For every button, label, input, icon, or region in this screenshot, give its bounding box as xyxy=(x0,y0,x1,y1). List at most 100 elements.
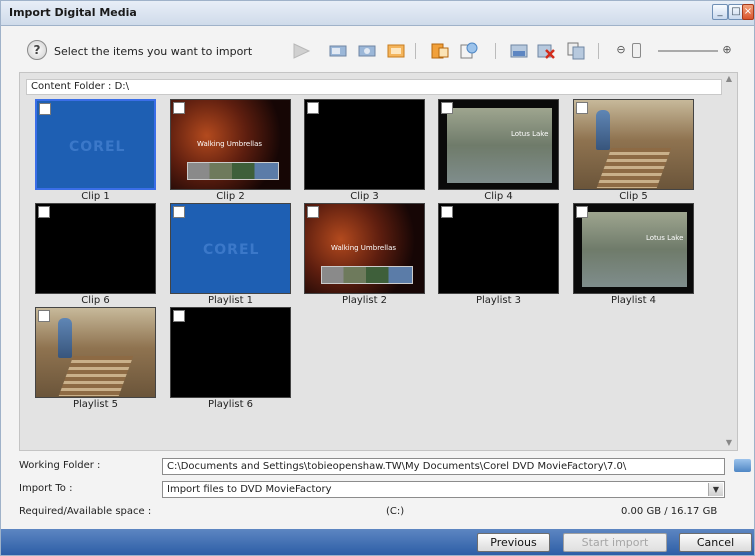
media-thumbnail[interactable]: Lotus Lake xyxy=(438,99,559,190)
media-tile[interactable]: Playlist 3 xyxy=(438,203,559,306)
media-tile[interactable]: Lotus Lake Clip 4 xyxy=(438,99,559,202)
person-figure xyxy=(596,110,610,150)
maximize-icon: □ xyxy=(731,6,741,17)
content-folder-bar: Content Folder : D:\ xyxy=(26,79,722,95)
tile-label: Playlist 6 xyxy=(207,399,254,410)
select-checkbox[interactable] xyxy=(173,102,185,114)
close-icon: × xyxy=(743,6,753,17)
media-thumbnail[interactable]: COREL xyxy=(170,203,291,294)
tile-label: Clip 2 xyxy=(216,191,245,202)
import-to-dropdown[interactable]: Import files to DVD MovieFactory ▼ xyxy=(162,481,725,498)
recent-icon[interactable] xyxy=(460,42,478,60)
select-checkbox[interactable] xyxy=(173,310,185,322)
menu-title-text: Walking Umbrellas xyxy=(197,140,263,148)
working-folder-field[interactable]: C:\Documents and Settings\tobieopenshaw.… xyxy=(162,458,725,475)
import-to-value: Import files to DVD MovieFactory xyxy=(167,484,332,495)
window-title: Import Digital Media xyxy=(9,6,137,19)
tile-label: Clip 1 xyxy=(81,191,110,202)
previous-button[interactable]: Previous xyxy=(477,533,550,552)
working-folder-label: Working Folder : xyxy=(19,460,101,471)
toolbar-separator xyxy=(415,43,416,59)
media-tile[interactable]: Playlist 5 xyxy=(35,307,156,410)
corel-watermark: COREL xyxy=(69,139,126,155)
media-tile[interactable]: COREL Clip 1 xyxy=(35,99,156,202)
stairs xyxy=(596,148,672,188)
zoom-slider-thumb[interactable] xyxy=(632,43,641,58)
zoom-out-icon[interactable]: ⊖ xyxy=(615,44,627,56)
space-drive: (C:) xyxy=(386,506,405,517)
export-icon[interactable] xyxy=(431,42,449,60)
menu-title-text: Walking Umbrellas xyxy=(331,244,397,252)
tile-label: Clip 6 xyxy=(81,295,110,306)
media-tile[interactable]: Clip 3 xyxy=(304,99,425,202)
tile-label: Clip 5 xyxy=(619,191,648,202)
space-label: Required/Available space : xyxy=(19,506,152,517)
tile-label: Playlist 5 xyxy=(72,399,119,410)
import-to-label: Import To : xyxy=(19,483,73,494)
select-all-icon[interactable] xyxy=(510,42,528,60)
select-checkbox[interactable] xyxy=(307,206,319,218)
tile-label: Clip 3 xyxy=(350,191,379,202)
merge-icon[interactable] xyxy=(567,42,585,60)
media-thumbnail[interactable] xyxy=(35,203,156,294)
title-bar[interactable]: Import Digital Media _ □ × xyxy=(1,1,754,26)
select-checkbox[interactable] xyxy=(441,206,453,218)
select-checkbox[interactable] xyxy=(39,103,51,115)
toolbar-separator xyxy=(598,43,599,59)
vertical-scrollbar[interactable]: ▲ ▼ xyxy=(722,74,736,449)
media-browser-panel: Content Folder : D:\ ▲ ▼ COREL Clip 1 Walk… xyxy=(19,72,738,451)
scroll-down-icon[interactable]: ▼ xyxy=(724,438,734,448)
scroll-up-icon[interactable]: ▲ xyxy=(724,74,734,84)
tile-label: Playlist 2 xyxy=(341,295,388,306)
scene-strip xyxy=(321,266,413,284)
menu-title-text: Lotus Lake xyxy=(511,130,549,138)
media-tile[interactable]: Walking Umbrellas Clip 2 xyxy=(170,99,291,202)
start-import-button[interactable]: Start import xyxy=(563,533,667,552)
edit-icon[interactable] xyxy=(387,42,405,60)
media-thumbnail[interactable] xyxy=(573,99,694,190)
minimize-button[interactable]: _ xyxy=(712,4,728,20)
lake-scene xyxy=(447,108,552,183)
zoom-in-icon[interactable]: ⊕ xyxy=(721,44,733,56)
delete-icon[interactable] xyxy=(537,42,555,60)
help-icon[interactable]: ? xyxy=(27,40,47,60)
audio-properties-icon[interactable] xyxy=(358,42,376,60)
media-thumbnail[interactable] xyxy=(438,203,559,294)
play-icon[interactable] xyxy=(289,42,313,60)
media-tile[interactable]: Playlist 6 xyxy=(170,307,291,410)
select-checkbox[interactable] xyxy=(441,102,453,114)
media-thumbnail[interactable]: Walking Umbrellas xyxy=(304,203,425,294)
toolbar: ? Select the items you want to import ⊖ … xyxy=(21,33,741,69)
media-tile[interactable]: Clip 5 xyxy=(573,99,694,202)
toolbar-prompt: Select the items you want to import xyxy=(54,45,253,58)
media-tile[interactable]: Lotus Lake Playlist 4 xyxy=(573,203,694,306)
select-checkbox[interactable] xyxy=(38,206,50,218)
media-tile[interactable]: Walking Umbrellas Playlist 2 xyxy=(304,203,425,306)
tile-label: Clip 4 xyxy=(484,191,513,202)
select-checkbox[interactable] xyxy=(576,102,588,114)
media-thumbnail[interactable] xyxy=(35,307,156,398)
media-thumbnail[interactable] xyxy=(170,307,291,398)
browse-folder-icon[interactable] xyxy=(734,459,751,472)
media-tile[interactable]: COREL Playlist 1 xyxy=(170,203,291,306)
media-thumbnail[interactable] xyxy=(304,99,425,190)
media-thumbnail[interactable]: Walking Umbrellas xyxy=(170,99,291,190)
select-checkbox[interactable] xyxy=(307,102,319,114)
cancel-button[interactable]: Cancel xyxy=(679,533,752,552)
person-figure xyxy=(58,318,72,358)
tile-label: Playlist 3 xyxy=(475,295,522,306)
media-tile[interactable]: Clip 6 xyxy=(35,203,156,306)
zoom-slider-track[interactable] xyxy=(658,50,718,52)
chevron-down-icon[interactable]: ▼ xyxy=(708,483,723,496)
minimize-icon: _ xyxy=(717,6,723,17)
select-checkbox[interactable] xyxy=(38,310,50,322)
tile-label: Playlist 4 xyxy=(610,295,657,306)
lake-scene xyxy=(582,212,687,287)
video-properties-icon[interactable] xyxy=(329,42,347,60)
select-checkbox[interactable] xyxy=(576,206,588,218)
close-button[interactable]: × xyxy=(742,4,754,20)
select-checkbox[interactable] xyxy=(173,206,185,218)
media-thumbnail[interactable]: Lotus Lake xyxy=(573,203,694,294)
media-thumbnail[interactable]: COREL xyxy=(35,99,156,190)
scene-strip xyxy=(187,162,279,180)
